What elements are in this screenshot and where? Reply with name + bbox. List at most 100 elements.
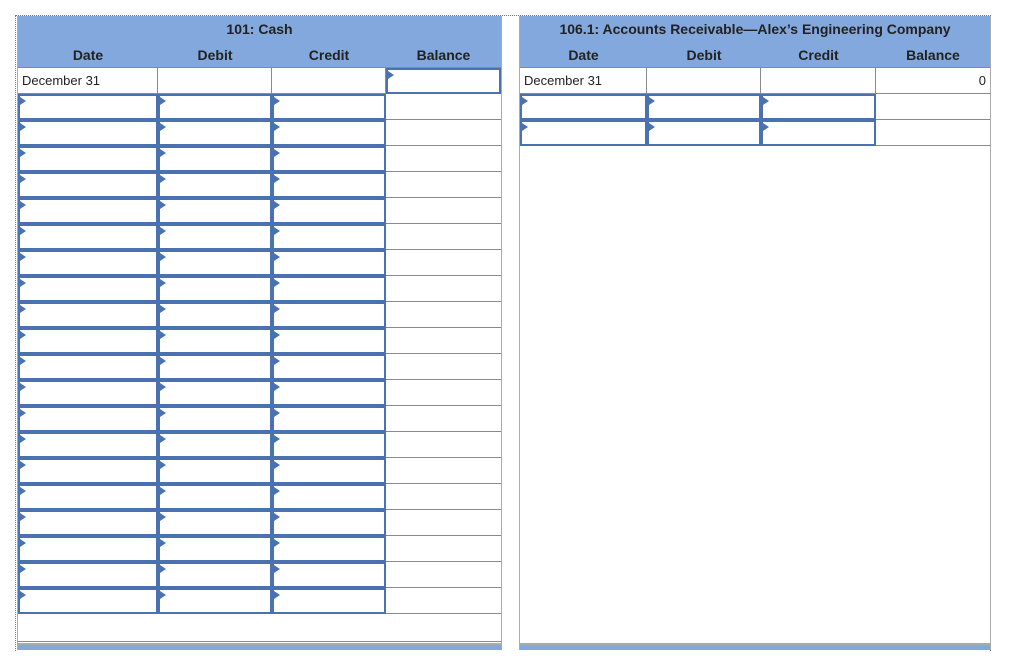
input-date[interactable] — [18, 276, 158, 302]
input-credit[interactable] — [272, 562, 386, 588]
input-debit[interactable] — [647, 94, 761, 120]
cell-balance — [386, 380, 501, 406]
cell-balance — [386, 406, 501, 432]
input-date[interactable] — [18, 224, 158, 250]
cell-balance — [386, 536, 501, 562]
input-credit[interactable] — [272, 120, 386, 146]
input-date[interactable] — [18, 562, 158, 588]
cell-balance — [386, 120, 501, 146]
input-credit[interactable] — [272, 94, 386, 120]
column-header-balance: Balance — [386, 42, 501, 68]
input-credit[interactable] — [272, 198, 386, 224]
input-debit[interactable] — [158, 250, 272, 276]
cell-balance — [386, 510, 501, 536]
cell-debit — [647, 68, 761, 94]
input-debit[interactable] — [158, 146, 272, 172]
input-debit[interactable] — [158, 94, 272, 120]
cell-balance — [386, 146, 501, 172]
cell-balance — [876, 94, 990, 120]
input-date[interactable] — [18, 198, 158, 224]
input-credit[interactable] — [272, 224, 386, 250]
input-debit[interactable] — [647, 120, 761, 146]
input-credit[interactable] — [272, 250, 386, 276]
input-credit[interactable] — [272, 432, 386, 458]
input-debit[interactable] — [158, 172, 272, 198]
input-credit[interactable] — [272, 146, 386, 172]
input-date[interactable] — [18, 406, 158, 432]
cell-balance — [386, 328, 501, 354]
input-date[interactable] — [18, 172, 158, 198]
cell-date: December 31 — [18, 68, 158, 94]
input-credit[interactable] — [272, 380, 386, 406]
cell-balance — [386, 198, 501, 224]
cell-balance: 0 — [876, 68, 990, 94]
input-balance[interactable] — [386, 68, 501, 94]
cell-credit — [761, 68, 876, 94]
input-credit[interactable] — [272, 328, 386, 354]
input-credit[interactable] — [761, 94, 876, 120]
input-debit[interactable] — [158, 562, 272, 588]
input-credit[interactable] — [272, 276, 386, 302]
input-date[interactable] — [18, 510, 158, 536]
input-credit[interactable] — [272, 172, 386, 198]
input-credit[interactable] — [272, 406, 386, 432]
input-debit[interactable] — [158, 120, 272, 146]
cell-balance — [386, 484, 501, 510]
cell-balance — [386, 588, 501, 614]
ledger-title: 101: Cash — [18, 16, 501, 43]
input-debit[interactable] — [158, 354, 272, 380]
input-debit[interactable] — [158, 536, 272, 562]
input-debit[interactable] — [158, 276, 272, 302]
ledger-cash: 101: Cash Date Debit Credit Balance December … — [17, 16, 502, 650]
input-debit[interactable] — [158, 588, 272, 614]
input-debit[interactable] — [158, 484, 272, 510]
input-date[interactable] — [18, 354, 158, 380]
ledger-footer-bar — [520, 643, 990, 650]
input-debit[interactable] — [158, 406, 272, 432]
empty-row — [18, 616, 501, 642]
cell-balance — [386, 172, 501, 198]
cell-balance — [386, 302, 501, 328]
cell-balance — [386, 458, 501, 484]
input-date[interactable] — [18, 588, 158, 614]
input-credit[interactable] — [272, 588, 386, 614]
input-debit[interactable] — [158, 510, 272, 536]
input-date[interactable] — [18, 328, 158, 354]
input-debit[interactable] — [158, 458, 272, 484]
ledger-title: 106.1: Accounts Receivable—Alex’s Engine… — [520, 16, 990, 43]
input-date[interactable] — [18, 146, 158, 172]
input-date[interactable] — [18, 250, 158, 276]
ledger-footer-bar — [18, 643, 501, 650]
cell-balance — [386, 354, 501, 380]
column-header-date: Date — [520, 42, 648, 68]
input-credit[interactable] — [272, 510, 386, 536]
ledger-accounts-receivable: 106.1: Accounts Receivable—Alex’s Engine… — [519, 16, 991, 650]
input-date[interactable] — [520, 94, 647, 120]
input-credit[interactable] — [272, 536, 386, 562]
input-date[interactable] — [18, 484, 158, 510]
input-debit[interactable] — [158, 432, 272, 458]
cell-credit — [272, 68, 386, 94]
input-date[interactable] — [18, 536, 158, 562]
input-credit[interactable] — [272, 458, 386, 484]
input-debit[interactable] — [158, 328, 272, 354]
cell-balance — [386, 276, 501, 302]
input-date[interactable] — [18, 302, 158, 328]
input-date[interactable] — [520, 120, 647, 146]
column-header-balance: Balance — [876, 42, 990, 68]
input-credit[interactable] — [272, 302, 386, 328]
input-date[interactable] — [18, 94, 158, 120]
cell-balance — [386, 562, 501, 588]
input-debit[interactable] — [158, 380, 272, 406]
cell-balance — [386, 224, 501, 250]
input-debit[interactable] — [158, 198, 272, 224]
input-date[interactable] — [18, 380, 158, 406]
input-credit[interactable] — [761, 120, 876, 146]
input-credit[interactable] — [272, 484, 386, 510]
input-debit[interactable] — [158, 302, 272, 328]
input-debit[interactable] — [158, 224, 272, 250]
input-date[interactable] — [18, 458, 158, 484]
input-date[interactable] — [18, 120, 158, 146]
input-credit[interactable] — [272, 354, 386, 380]
input-date[interactable] — [18, 432, 158, 458]
